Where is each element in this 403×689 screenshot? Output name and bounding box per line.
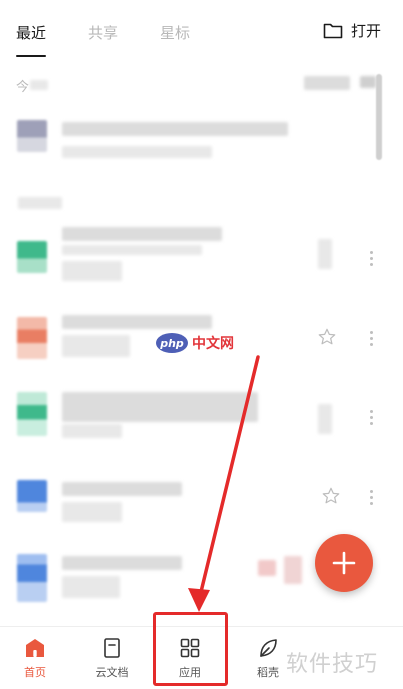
- blurred-file-name-2: [62, 245, 202, 255]
- tab-recent[interactable]: 最近: [16, 22, 46, 43]
- file-thumbnail: [17, 480, 47, 512]
- nav-cloud-docs[interactable]: 云文档: [84, 627, 140, 689]
- list-item[interactable]: [0, 225, 403, 295]
- blurred-header-meta: [304, 76, 350, 90]
- blurred-star: [318, 239, 332, 269]
- watermark-logo: php: [156, 333, 188, 353]
- open-button-label: 打开: [350, 22, 381, 40]
- nav-home[interactable]: 首页: [10, 627, 60, 689]
- blurred-file-name: [62, 392, 258, 422]
- watermark-text: 中文网: [192, 336, 234, 352]
- nav-docer-label: 稻壳: [257, 666, 279, 679]
- nav-docer[interactable]: 稻壳: [246, 627, 290, 689]
- blurred-header-icon: [360, 76, 376, 88]
- brand-watermark: 软件技巧: [286, 652, 379, 677]
- blurred-file-name: [62, 227, 222, 241]
- more-options-icon[interactable]: [369, 251, 373, 266]
- blurred-header-text: [30, 80, 48, 90]
- blurred-file-meta: [62, 335, 130, 357]
- blurred-badge-2: [284, 556, 302, 584]
- tab-shared[interactable]: 共享: [88, 22, 118, 43]
- active-tab-indicator: [16, 55, 46, 57]
- site-watermark: php 中文网: [156, 333, 234, 353]
- blurred-star: [318, 404, 332, 434]
- file-thumbnail: [17, 241, 47, 273]
- star-icon[interactable]: [317, 327, 337, 347]
- list-item[interactable]: [0, 466, 403, 536]
- create-new-button[interactable]: [315, 534, 373, 592]
- file-thumbnail: [17, 392, 47, 436]
- file-thumbnail: [17, 317, 47, 359]
- blurred-section-label: [18, 197, 62, 209]
- section-header: 今: [16, 80, 30, 95]
- screen: 最近 共享 星标 打开 今 php 中文网 首页 云文档 应用 稻壳 软件技巧: [0, 0, 403, 689]
- more-options-icon[interactable]: [369, 410, 373, 425]
- blurred-file-meta: [62, 576, 120, 598]
- list-item[interactable]: [0, 112, 403, 182]
- top-tab-bar: 最近 共享 星标 打开: [0, 0, 403, 64]
- blurred-badge: [258, 560, 276, 576]
- document-icon: [104, 638, 120, 658]
- file-thumbnail: [17, 554, 47, 602]
- blurred-file-meta: [62, 502, 122, 522]
- leaf-icon: [260, 639, 277, 657]
- folder-icon: [323, 23, 343, 38]
- nav-cloud-docs-label: 云文档: [95, 666, 129, 679]
- star-icon[interactable]: [321, 486, 341, 506]
- file-thumbnail: [17, 120, 47, 152]
- nav-home-label: 首页: [24, 666, 46, 679]
- blurred-file-name: [62, 315, 212, 329]
- more-options-icon[interactable]: [369, 490, 373, 505]
- home-icon: [26, 639, 44, 657]
- blurred-file-name: [62, 556, 182, 570]
- list-item[interactable]: [0, 384, 403, 454]
- apps-highlight-annotation: [153, 612, 228, 686]
- tab-starred[interactable]: 星标: [160, 22, 190, 43]
- plus-icon: [332, 551, 356, 575]
- more-options-icon[interactable]: [369, 331, 373, 346]
- blurred-file-meta: [62, 146, 212, 158]
- blurred-file-name: [62, 482, 182, 496]
- blurred-file-meta: [62, 424, 122, 438]
- open-button[interactable]: 打开: [323, 20, 381, 41]
- blurred-file-meta: [62, 261, 122, 281]
- blurred-file-name: [62, 122, 288, 136]
